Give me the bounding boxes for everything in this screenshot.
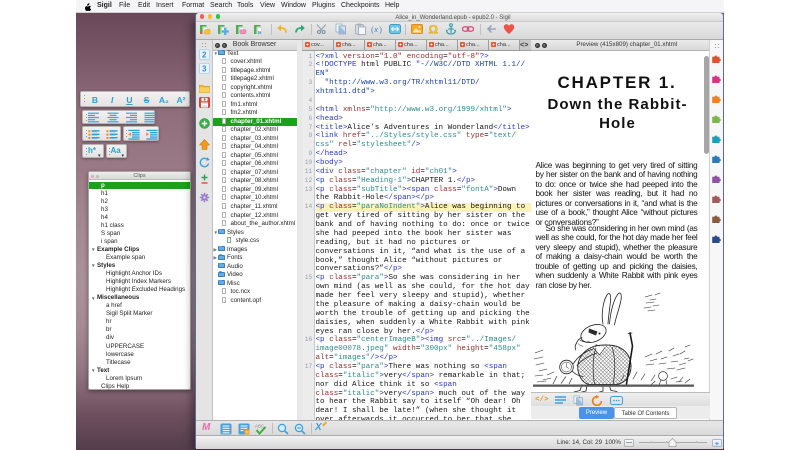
svg-text:): ) <box>379 25 382 35</box>
svg-text:3: 3 <box>202 65 207 74</box>
svg-text:x: x <box>373 25 378 34</box>
svg-text:2: 2 <box>202 51 207 60</box>
svg-text:Ω: Ω <box>428 23 438 35</box>
svg-text:»: » <box>257 30 261 36</box>
